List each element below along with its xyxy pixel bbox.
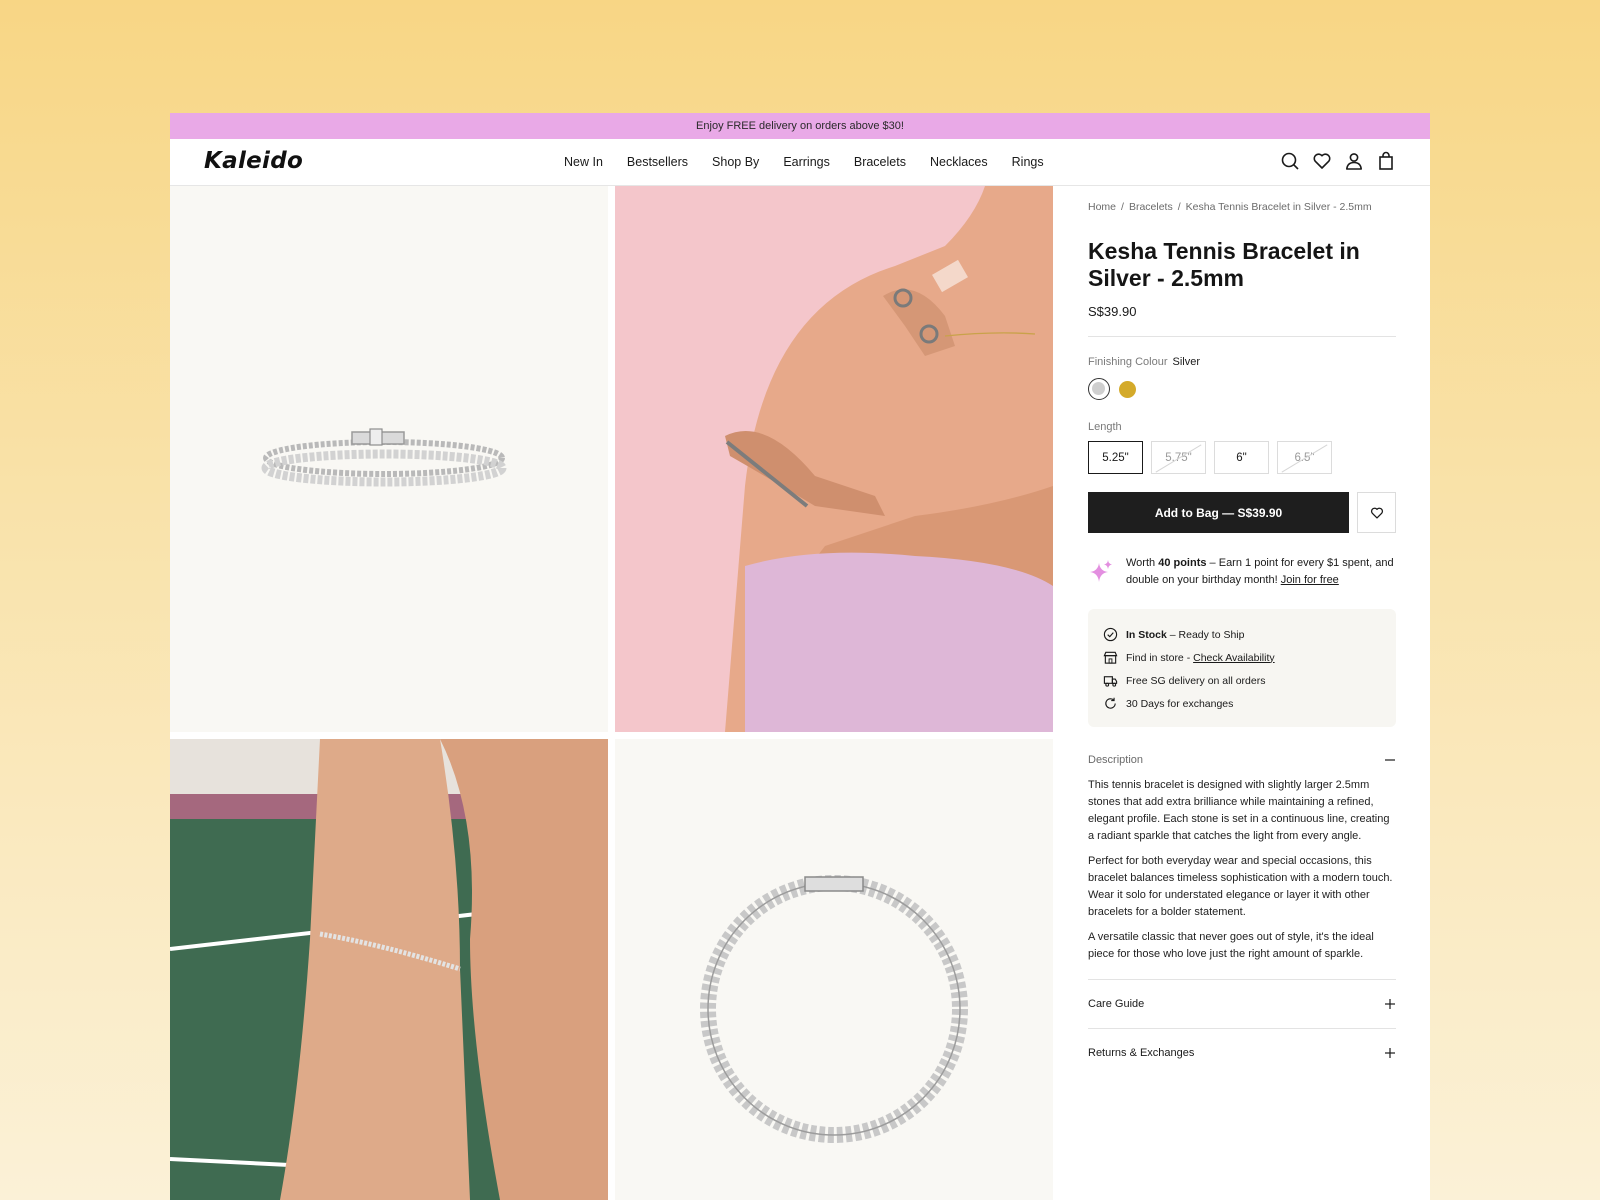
brand-logo[interactable]: Kaleido xyxy=(204,148,303,174)
finishing-colour-title: Finishing Colour xyxy=(1088,356,1168,368)
header-icons xyxy=(1280,151,1396,171)
exchanges-row: 30 Days for exchanges xyxy=(1103,692,1381,715)
product-image-circle[interactable] xyxy=(615,739,1053,1200)
plus-icon xyxy=(1385,999,1395,1009)
account-icon[interactable] xyxy=(1344,151,1364,171)
wishlist-button[interactable] xyxy=(1357,492,1396,533)
promo-banner: Enjoy FREE delivery on orders above $30! xyxy=(170,113,1430,139)
nav-shop-by[interactable]: Shop By xyxy=(712,155,759,169)
bag-icon[interactable] xyxy=(1376,151,1396,171)
nav-rings[interactable]: Rings xyxy=(1012,155,1044,169)
loyalty-points: Worth 40 points – Earn 1 point for every… xyxy=(1088,555,1396,589)
product-gallery xyxy=(170,186,1053,1200)
points-prefix: Worth xyxy=(1126,557,1159,569)
product-details-panel: Home / Bracelets / Kesha Tennis Bracelet… xyxy=(1088,186,1396,1077)
plus-icon xyxy=(1385,1048,1395,1058)
product-price: S$39.90 xyxy=(1088,304,1137,319)
product-title: Kesha Tennis Bracelet in Silver - 2.5mm xyxy=(1088,238,1360,291)
length-section: Length 5.25" 5.75" 6" 6.5" xyxy=(1088,421,1396,474)
in-stock-text: In Stock – Ready to Ship xyxy=(1126,629,1244,641)
product-image-flatlay[interactable] xyxy=(170,186,608,732)
delivery-text: Free SG delivery on all orders xyxy=(1126,674,1266,687)
ready-to-ship-label: – Ready to Ship xyxy=(1166,628,1245,641)
promo-text: Enjoy FREE delivery on orders above $30! xyxy=(696,120,904,132)
store-icon xyxy=(1103,651,1118,664)
length-option-6[interactable]: 6" xyxy=(1214,441,1269,474)
in-stock-label: In Stock xyxy=(1126,628,1167,641)
find-in-store-label: Find in store - xyxy=(1126,651,1194,664)
points-amount: 40 points xyxy=(1158,557,1207,569)
delivery-row: Free SG delivery on all orders xyxy=(1103,669,1381,692)
check-availability-link[interactable]: Check Availability xyxy=(1193,652,1275,664)
description-body: This tennis bracelet is designed with sl… xyxy=(1088,777,1396,963)
nav-new-in[interactable]: New In xyxy=(564,155,603,169)
product-image-model-wrist[interactable] xyxy=(170,739,608,1200)
breadcrumb-separator: / xyxy=(1177,201,1181,213)
swatch-gold[interactable] xyxy=(1119,380,1136,398)
length-options: 5.25" 5.75" 6" 6.5" xyxy=(1088,441,1396,474)
purchase-actions: Add to Bag — S$39.90 xyxy=(1088,492,1396,533)
breadcrumb-home[interactable]: Home xyxy=(1088,201,1116,213)
description-paragraph: A versatile classic that never goes out … xyxy=(1088,931,1374,960)
add-to-bag-button[interactable]: Add to Bag — S$39.90 xyxy=(1088,492,1349,533)
truck-icon xyxy=(1103,676,1118,687)
finishing-colour-label: Finishing Colour Silver xyxy=(1088,356,1396,368)
product-page-window: Enjoy FREE delivery on orders above $30!… xyxy=(170,113,1430,1200)
sparkle-icon xyxy=(1090,560,1112,582)
breadcrumb: Home / Bracelets / Kesha Tennis Bracelet… xyxy=(1088,201,1396,213)
check-circle-icon xyxy=(1103,627,1118,642)
swatch-silver[interactable] xyxy=(1088,378,1110,400)
divider xyxy=(1088,336,1396,337)
search-icon[interactable] xyxy=(1280,151,1300,171)
refresh-icon xyxy=(1105,697,1116,709)
nav-bestsellers[interactable]: Bestsellers xyxy=(627,155,688,169)
care-guide-accordion[interactable]: Care Guide xyxy=(1088,979,1396,1028)
length-option-5-25[interactable]: 5.25" xyxy=(1088,441,1143,474)
description-paragraph: This tennis bracelet is designed with sl… xyxy=(1088,779,1390,842)
find-in-store-row: Find in store - Check Availability xyxy=(1103,646,1381,669)
top-navigation: Kaleido New In Bestsellers Shop By Earri… xyxy=(170,139,1430,186)
description-paragraph: Perfect for both everyday wear and speci… xyxy=(1088,855,1393,918)
description-toggle[interactable]: Description xyxy=(1088,754,1396,766)
exchanges-text: 30 Days for exchanges xyxy=(1126,697,1234,710)
in-stock-row: In Stock – Ready to Ship xyxy=(1103,623,1381,646)
finishing-colour-section: Finishing Colour Silver xyxy=(1088,356,1396,400)
nav-earrings[interactable]: Earrings xyxy=(783,155,830,169)
breadcrumb-bracelets[interactable]: Bracelets xyxy=(1129,201,1173,213)
find-in-store-text: Find in store - Check Availability xyxy=(1126,652,1275,664)
returns-exchanges-accordion[interactable]: Returns & Exchanges xyxy=(1088,1028,1396,1077)
nav-bracelets[interactable]: Bracelets xyxy=(854,155,906,169)
returns-exchanges-label: Returns & Exchanges xyxy=(1088,1047,1195,1059)
bracelet-circle-image xyxy=(700,875,968,1143)
description-heading: Description xyxy=(1088,754,1144,766)
length-option-5-75[interactable]: 5.75" xyxy=(1151,441,1206,474)
bracelet-flatlay-image xyxy=(261,428,507,487)
points-text: Worth 40 points – Earn 1 point for every… xyxy=(1126,555,1396,589)
product-image-model-shoulder[interactable] xyxy=(615,186,1053,732)
length-label: Length xyxy=(1088,421,1122,433)
care-guide-label: Care Guide xyxy=(1088,998,1145,1010)
model-wrist-image xyxy=(170,739,608,1200)
finishing-colour-value: Silver xyxy=(1172,356,1200,368)
colour-swatches xyxy=(1088,378,1396,400)
heart-icon[interactable] xyxy=(1312,151,1332,171)
heart-icon xyxy=(1370,507,1383,519)
minus-icon xyxy=(1385,759,1395,761)
length-option-6-5[interactable]: 6.5" xyxy=(1277,441,1332,474)
availability-box: In Stock – Ready to Ship Find in store -… xyxy=(1088,609,1396,727)
model-shoulder-image xyxy=(615,186,1053,732)
nav-necklaces[interactable]: Necklaces xyxy=(930,155,988,169)
breadcrumb-separator: / xyxy=(1121,201,1124,213)
join-for-free-link[interactable]: Join for free xyxy=(1281,574,1339,586)
breadcrumb-current: Kesha Tennis Bracelet in Silver - 2.5mm xyxy=(1185,201,1372,213)
main-menu: New In Bestsellers Shop By Earrings Brac… xyxy=(564,155,1068,169)
